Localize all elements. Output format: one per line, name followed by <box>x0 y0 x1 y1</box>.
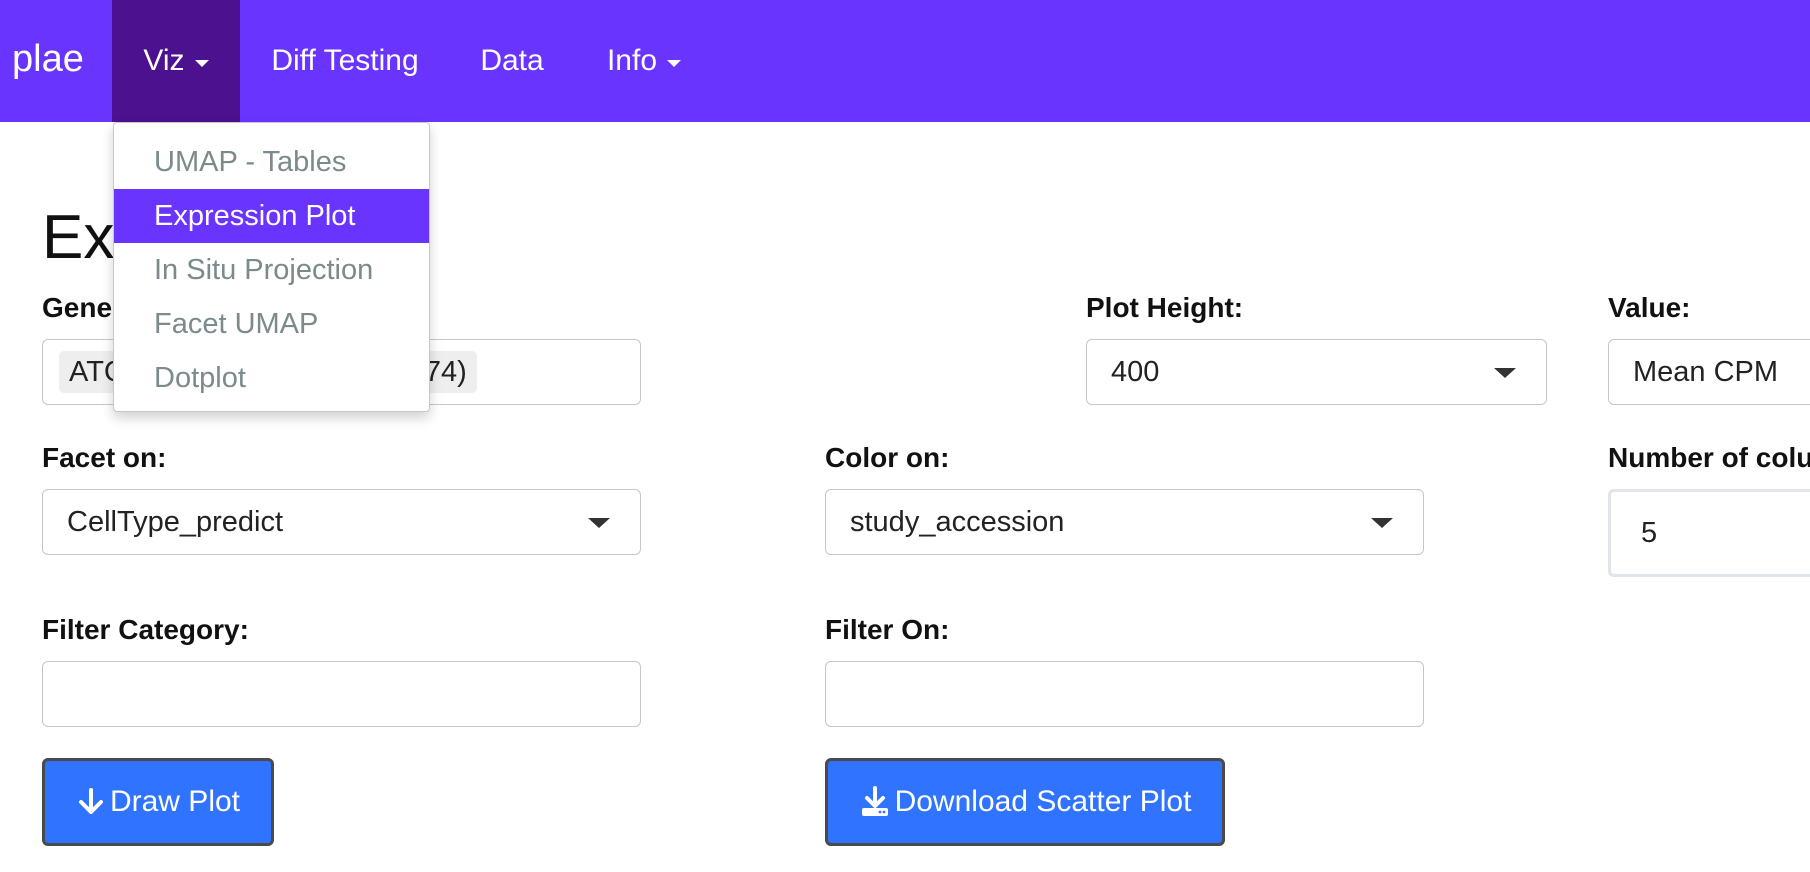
nav-info[interactable]: Info <box>588 0 700 122</box>
caret-down-icon <box>667 59 682 67</box>
download-scatter-plot-button[interactable]: Download Scatter Plot <box>825 758 1225 846</box>
number-of-columns-input[interactable]: 5 <box>1608 489 1810 577</box>
menu-item-in-situ-projection[interactable]: In Situ Projection <box>114 243 429 297</box>
top-navbar: plae Viz Diff Testing Data Info <box>0 0 1810 122</box>
facet-on-value: CellType_predict <box>67 505 283 538</box>
nav-data-label: Data <box>480 44 544 77</box>
gene-chip-text-right: 74) <box>424 356 467 388</box>
nav-data[interactable]: Data <box>450 0 574 122</box>
filter-on-label: Filter On: <box>825 614 950 645</box>
nav-diff-testing[interactable]: Diff Testing <box>240 0 450 122</box>
value-select[interactable]: Mean CPM <box>1608 339 1810 405</box>
menu-item-umap-tables[interactable]: UMAP - Tables <box>114 135 429 189</box>
menu-item-expression-plot[interactable]: Expression Plot <box>114 189 429 243</box>
number-of-columns-label: Number of colu <box>1608 442 1810 473</box>
download-icon <box>861 786 888 816</box>
plot-height-label: Plot Height: <box>1086 292 1244 323</box>
color-on-value: study_accession <box>850 505 1065 538</box>
nav-viz[interactable]: Viz <box>112 0 240 122</box>
filter-category-select[interactable] <box>42 661 641 727</box>
value-label: Value: <box>1608 292 1691 323</box>
caret-down-icon <box>194 59 209 67</box>
arrow-down-icon <box>78 788 103 814</box>
filter-category-label: Filter Category: <box>42 614 249 645</box>
menu-item-dotplot[interactable]: Dotplot <box>114 351 429 405</box>
plot-height-select[interactable]: 400 <box>1086 339 1547 405</box>
nav-diff-testing-label: Diff Testing <box>271 44 419 77</box>
caret-down-icon <box>1371 518 1393 528</box>
caret-down-icon <box>1494 368 1516 378</box>
facet-on-label: Facet on: <box>42 442 167 473</box>
facet-on-select[interactable]: CellType_predict <box>42 489 641 555</box>
value-select-value: Mean CPM <box>1633 355 1779 388</box>
gene-label: Gene <box>42 292 113 323</box>
draw-plot-label: Draw Plot <box>109 785 241 818</box>
nav-viz-label: Viz <box>143 44 185 77</box>
menu-item-facet-umap[interactable]: Facet UMAP <box>114 297 429 351</box>
nav-info-label: Info <box>606 44 658 77</box>
plot-height-value: 400 <box>1111 355 1160 388</box>
draw-plot-button[interactable]: Draw Plot <box>42 758 274 846</box>
filter-on-select[interactable] <box>825 661 1424 727</box>
number-of-columns-value: 5 <box>1641 516 1658 549</box>
color-on-select[interactable]: study_accession <box>825 489 1424 555</box>
brand-logo[interactable]: plae <box>12 38 84 81</box>
color-on-label: Color on: <box>825 442 950 473</box>
caret-down-icon <box>588 518 610 528</box>
download-scatter-plot-label: Download Scatter Plot <box>894 785 1192 818</box>
viz-dropdown-menu: UMAP - Tables Expression Plot In Situ Pr… <box>113 122 430 412</box>
